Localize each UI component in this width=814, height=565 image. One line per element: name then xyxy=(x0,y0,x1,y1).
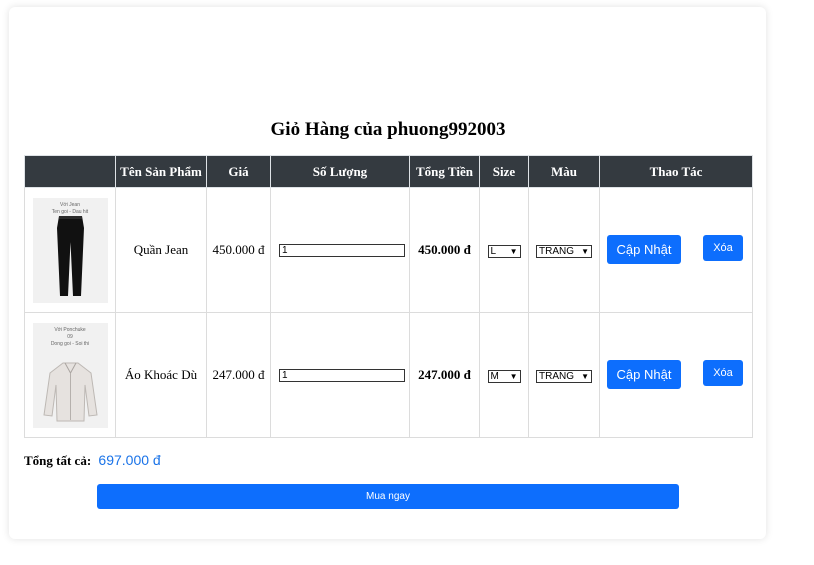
update-button[interactable]: Cập Nhật xyxy=(607,360,681,389)
size-select[interactable]: L ▼ xyxy=(487,245,521,258)
product-price: 450.000 đ xyxy=(206,187,271,313)
row-total: 247.000 đ xyxy=(409,312,480,438)
grand-total: Tổng tất cả: 697.000 đ xyxy=(24,452,161,469)
product-name: Áo Khoác Dù xyxy=(115,312,207,438)
cart-table: Tên Sản Phẩm Giá Số Lượng Tổng Tiền Size… xyxy=(24,155,753,438)
col-quantity: Số Lượng xyxy=(270,155,410,188)
product-price: 247.000 đ xyxy=(206,312,271,438)
chevron-down-icon: ▼ xyxy=(581,247,589,256)
product-image-caption: Với Ponchuke 09 Dong goi - Soi thi xyxy=(50,326,90,347)
color-select[interactable]: TRANG ▼ xyxy=(536,245,592,258)
product-image-jeans: Với Jean Ten goi - Dau hit xyxy=(32,197,108,303)
delete-button[interactable]: Xóa xyxy=(703,360,743,386)
col-color: Màu xyxy=(528,155,600,188)
col-product-name: Tên Sản Phẩm xyxy=(115,155,207,188)
grand-total-amount: 697.000 đ xyxy=(98,452,161,468)
row-total: 450.000 đ xyxy=(409,187,480,313)
col-total: Tổng Tiền xyxy=(409,155,480,188)
buy-now-button[interactable]: Mua ngay xyxy=(97,484,679,509)
col-image xyxy=(24,155,116,188)
col-actions: Thao Tác xyxy=(599,155,753,188)
col-size: Size xyxy=(479,155,529,188)
chevron-down-icon: ▼ xyxy=(509,372,518,381)
col-price: Giá xyxy=(206,155,271,188)
grand-total-label: Tổng tất cả: xyxy=(24,453,92,468)
product-image-caption: Với Jean Ten goi - Dau hit xyxy=(51,201,89,215)
color-select[interactable]: TRANG ▼ xyxy=(536,370,592,383)
quantity-input[interactable] xyxy=(279,368,405,382)
quantity-input[interactable] xyxy=(279,243,405,257)
size-select[interactable]: M ▼ xyxy=(487,370,521,383)
chevron-down-icon: ▼ xyxy=(581,372,589,381)
page-title: Giỏ Hàng của phuong992003 xyxy=(270,119,506,140)
table-header-row: Tên Sản Phẩm Giá Số Lượng Tổng Tiền Size… xyxy=(24,155,753,188)
product-name: Quần Jean xyxy=(115,187,207,313)
delete-button[interactable]: Xóa xyxy=(703,235,743,261)
chevron-down-icon: ▼ xyxy=(509,247,518,256)
update-button[interactable]: Cập Nhật xyxy=(607,235,681,264)
product-image-jacket: Với Ponchuke 09 Dong goi - Soi thi xyxy=(32,322,108,428)
